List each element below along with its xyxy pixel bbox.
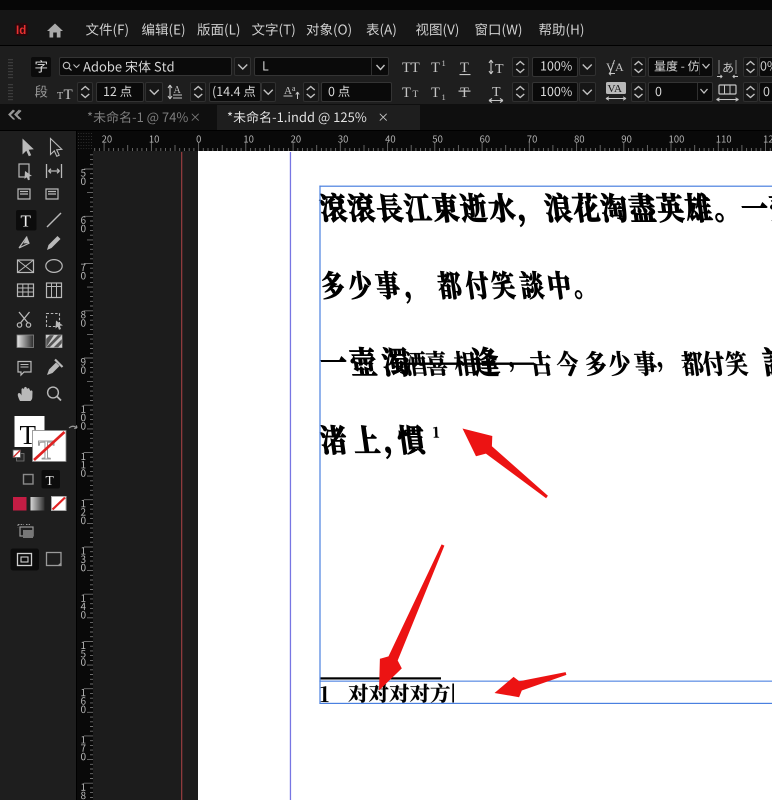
svg-text:A: A [284,85,292,97]
svg-text:T: T [495,62,504,77]
svg-text:T: T [460,85,469,101]
svg-text:T: T [21,212,32,231]
svg-text:Id: Id [16,25,26,37]
svg-text:T: T [431,85,440,101]
svg-text:あ: あ [722,61,734,75]
svg-text:T: T [460,60,469,76]
svg-text:a: a [292,84,296,93]
svg-text:T: T [402,85,411,101]
svg-text:T: T [57,91,63,102]
svg-text:T: T [413,90,419,100]
svg-text:1: 1 [442,92,446,102]
svg-text:A: A [174,85,182,96]
svg-text:VA: VA [608,83,623,95]
svg-text:1: 1 [442,58,446,68]
svg-text:T: T [46,473,55,488]
svg-text:TT: TT [402,60,420,76]
svg-text:T: T [431,60,440,76]
svg-text:T: T [64,87,73,103]
svg-text:A: A [615,60,624,74]
svg-text:T: T [492,85,501,100]
